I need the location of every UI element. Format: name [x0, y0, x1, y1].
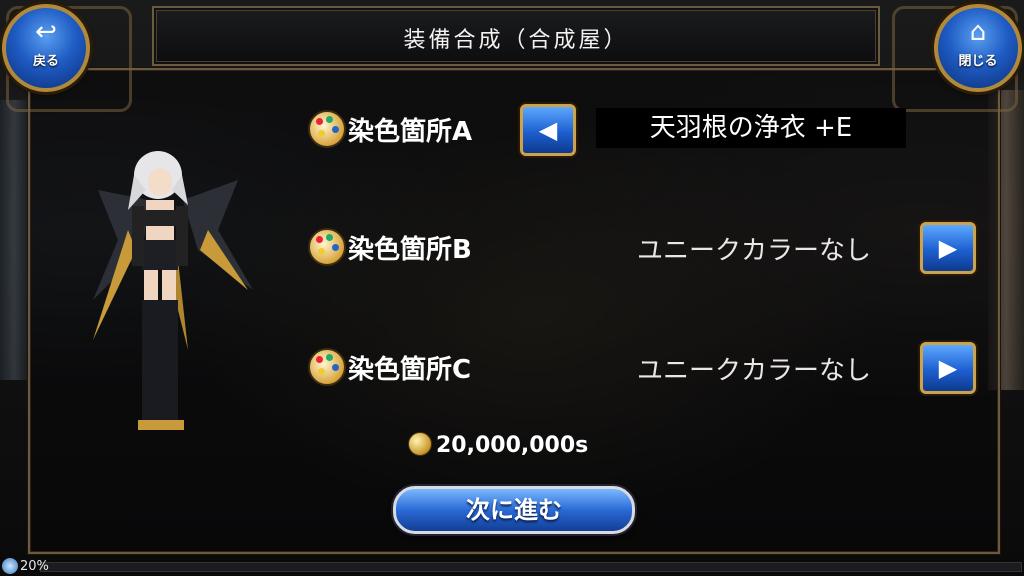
dye-slot-value: 天羽根の浄衣 +E: [596, 108, 906, 148]
palette-icon: [308, 228, 346, 266]
character-preview: [93, 151, 253, 430]
dye-slot-c: 染色箇所C ユニークカラーなし ▶: [304, 338, 984, 398]
dye-slot-label: 染色箇所A: [348, 117, 473, 147]
home-icon: ⌂: [969, 17, 987, 47]
back-button-label: 戻る: [32, 54, 59, 69]
right-arrow-icon: ▶: [938, 234, 958, 262]
dye-slot-label: 染色箇所C: [348, 355, 472, 385]
cost-amount: 20,000,000s: [436, 433, 589, 458]
back-button[interactable]: ↩ 戻る: [2, 4, 90, 92]
dye-slot-a-prev-button[interactable]: ◀: [520, 104, 576, 156]
palette-icon: [308, 110, 346, 148]
cost-display: 20,000,000s: [408, 432, 588, 458]
close-button-label: 閉じる: [958, 54, 998, 69]
dye-slot-b-next-button[interactable]: ▶: [920, 222, 976, 274]
progress-track: [40, 562, 1022, 572]
next-button[interactable]: 次に進む: [393, 486, 635, 534]
dye-slot-value: ユニークカラーなし: [636, 356, 871, 386]
right-arrow-icon: ▶: [938, 354, 958, 382]
back-arrow-icon: ↩: [35, 17, 57, 47]
status-bar-area: 20%: [0, 556, 1024, 576]
close-button[interactable]: ⌂ 閉じる: [934, 4, 1022, 92]
dye-slot-label: 染色箇所B: [348, 235, 472, 265]
dye-slot-a: 染色箇所A ◀ 天羽根の浄衣 +E: [304, 100, 984, 160]
left-arrow-icon: ◀: [538, 116, 558, 144]
page-title: 装備合成（合成屋）: [403, 28, 629, 53]
progress-percent: 20%: [20, 559, 49, 574]
title-bar: 装備合成（合成屋）: [152, 6, 880, 66]
loading-icon: [2, 558, 18, 574]
dye-slot-value: ユニークカラーなし: [636, 236, 871, 266]
background-pillar-left: [0, 100, 28, 380]
palette-icon: [308, 348, 346, 386]
dye-slot-c-next-button[interactable]: ▶: [920, 342, 976, 394]
dye-slot-b: 染色箇所B ユニークカラーなし ▶: [304, 218, 984, 278]
coin-icon: [408, 432, 432, 456]
